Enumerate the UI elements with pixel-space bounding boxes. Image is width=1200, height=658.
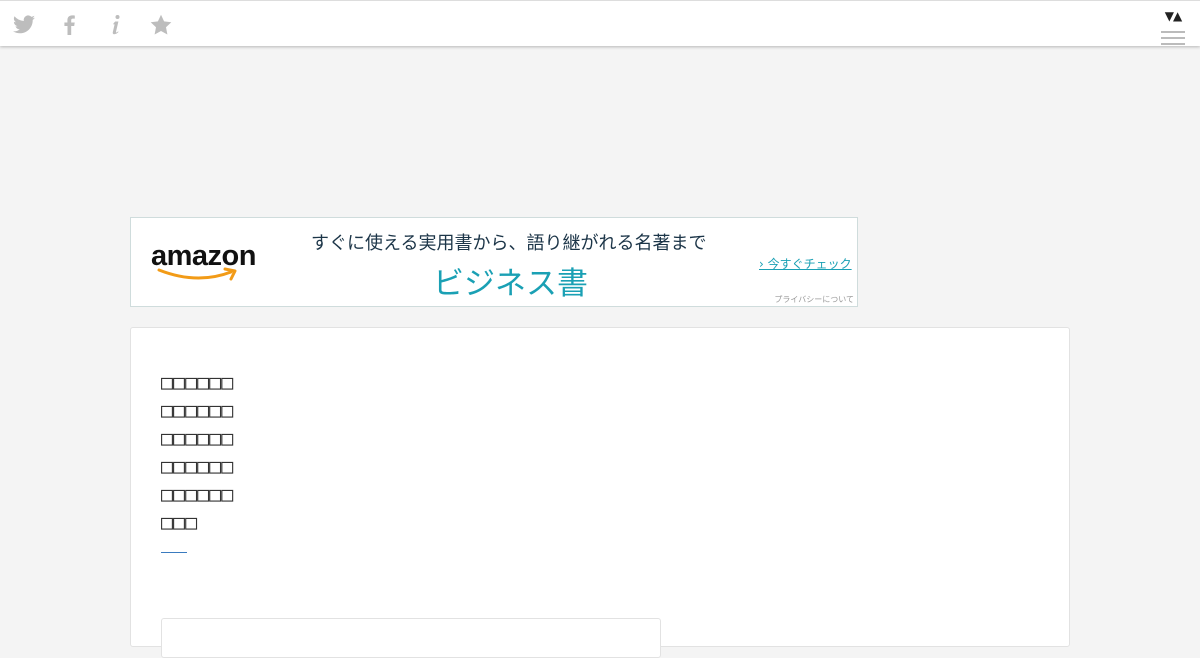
facebook-icon[interactable] (58, 13, 82, 37)
ad-cta-link[interactable]: › 今すぐチェック (759, 255, 852, 272)
share-bar: ▼▲ (0, 0, 1200, 46)
twitter-icon[interactable] (12, 13, 36, 37)
ad-banner[interactable]: amazon すぐに使える実用書から、語り継がれる名著まで ビジネス書 › 今す… (130, 217, 858, 307)
ad-tagline: すぐに使える実用書から、語り継がれる名著まで (311, 233, 707, 254)
article-card: □□□□□□ □□□□□□ □□□□□□ □□□□□□ □□□□□□ □□□ (130, 327, 1070, 658)
title-underline (161, 552, 187, 553)
amazon-smile-icon (157, 267, 237, 281)
star-icon[interactable] (149, 13, 173, 37)
info-icon[interactable] (104, 13, 128, 37)
ad-headline: ビジネス書 (433, 266, 588, 302)
hamburger-menu-icon[interactable] (1161, 31, 1185, 49)
article-title: □□□□□□ □□□□□□ □□□□□□ □□□□□□ □□□□□□ □□□ (161, 370, 234, 534)
collapse-toggle[interactable]: ▼▲ (1160, 9, 1186, 23)
menu-controls: ▼▲ (1160, 9, 1186, 45)
article-content-box (161, 618, 661, 658)
ad-privacy-link[interactable]: プライバシーについて (774, 294, 854, 305)
